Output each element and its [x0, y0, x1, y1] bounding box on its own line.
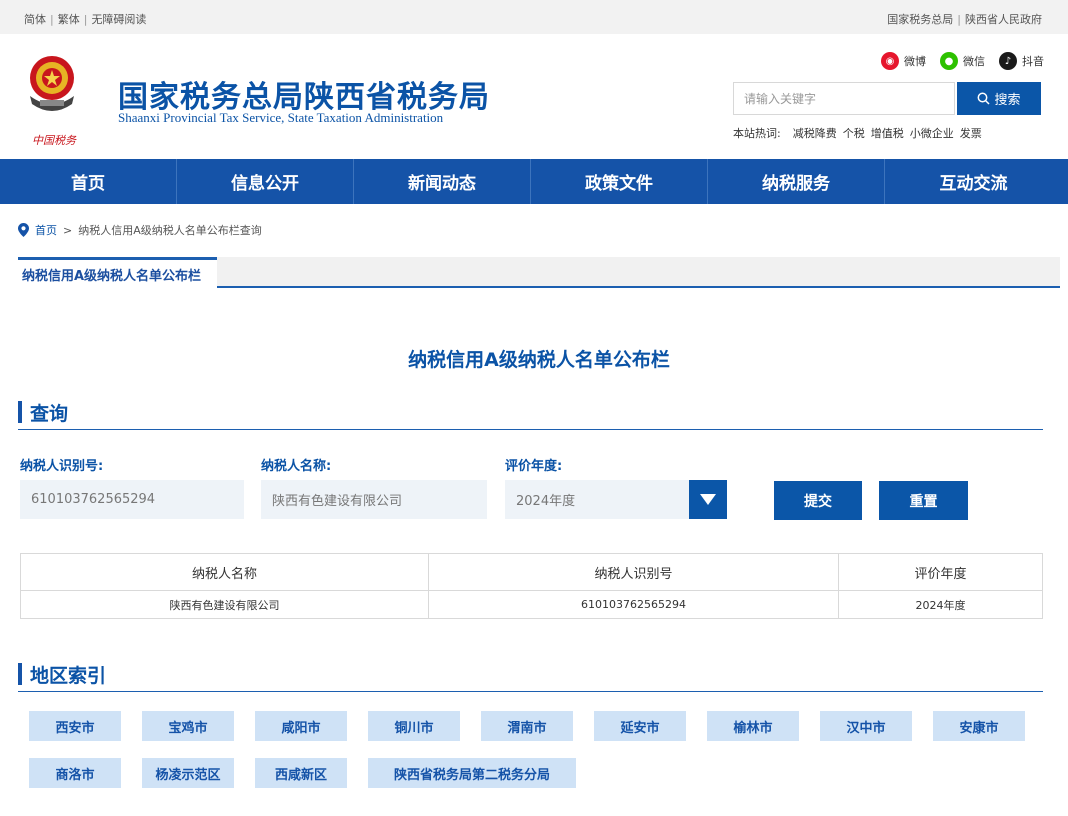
query-heading: 查询	[30, 403, 69, 425]
breadcrumb-separator: >	[63, 223, 73, 237]
simplified-chinese-link[interactable]: 简体	[24, 13, 46, 26]
region-tongchuan[interactable]: 铜川市	[368, 711, 460, 741]
submit-button[interactable]: 提交	[774, 481, 862, 520]
cell-evaluation-year: 2024年度	[838, 590, 1043, 619]
hot-word[interactable]: 小微企业	[910, 127, 954, 140]
region-yulin[interactable]: 榆林市	[707, 711, 799, 741]
hot-words-label: 本站热词:	[733, 127, 781, 140]
wechat-link[interactable]: ● 微信	[940, 52, 985, 70]
language-links: 简体 | 繁体 | 无障碍阅读	[24, 13, 147, 26]
region-section-header: 地区索引	[18, 660, 1043, 692]
external-links: 国家税务总局 | 陕西省人民政府	[887, 13, 1042, 26]
hot-word[interactable]: 个税	[843, 127, 865, 140]
douyin-link[interactable]: ♪ 抖音	[999, 52, 1044, 70]
location-pin-icon	[18, 223, 29, 237]
weibo-link[interactable]: ◉ 微博	[881, 52, 926, 70]
taxpayer-name-label: 纳税人名称:	[261, 459, 332, 474]
tab-bar: 纳税信用A级纳税人名单公布栏	[18, 257, 1060, 288]
search-button[interactable]: 搜索	[957, 82, 1041, 115]
region-weinan[interactable]: 渭南市	[481, 711, 573, 741]
table-row: 陕西有色建设有限公司 610103762565294 2024年度	[20, 590, 1043, 619]
breadcrumb-home[interactable]: 首页	[35, 222, 57, 238]
col-taxpayer-id: 纳税人识别号	[428, 553, 839, 591]
hot-word[interactable]: 发票	[960, 127, 982, 140]
douyin-label: 抖音	[1022, 55, 1044, 68]
region-second-branch[interactable]: 陕西省税务局第二税务分局	[368, 758, 576, 788]
query-section-header: 查询	[18, 398, 1043, 430]
shaanxi-gov-link[interactable]: 陕西省人民政府	[965, 13, 1042, 26]
nav-info-disclosure[interactable]: 信息公开	[177, 159, 354, 204]
douyin-icon: ♪	[999, 52, 1017, 70]
nav-interaction[interactable]: 互动交流	[885, 159, 1062, 204]
weibo-label: 微博	[904, 55, 926, 68]
hot-words: 本站热词: 减税降费 个税 增值税 小微企业 发票	[733, 125, 988, 141]
region-shangluo[interactable]: 商洛市	[29, 758, 121, 788]
evaluation-year-label: 评价年度:	[505, 459, 563, 474]
tab-a-level-list[interactable]: 纳税信用A级纳税人名单公布栏	[18, 257, 218, 288]
year-dropdown-toggle[interactable]	[689, 480, 727, 519]
main-nav: 首页 信息公开 新闻动态 政策文件 纳税服务 互动交流	[0, 159, 1068, 204]
breadcrumb-current: 纳税人信用A级纳税人名单公布栏查询	[78, 224, 262, 237]
traditional-chinese-link[interactable]: 繁体	[58, 13, 80, 26]
nav-news[interactable]: 新闻动态	[354, 159, 531, 204]
region-yangling[interactable]: 杨凌示范区	[142, 758, 234, 788]
evaluation-year-select[interactable]: 2024年度	[505, 480, 689, 519]
wechat-icon: ●	[940, 52, 958, 70]
hot-word[interactable]: 增值税	[871, 127, 904, 140]
hot-word[interactable]: 减税降费	[793, 127, 837, 140]
cell-taxpayer-id: 610103762565294	[428, 590, 839, 619]
region-xixian[interactable]: 西咸新区	[255, 758, 347, 788]
cell-taxpayer-name: 陕西有色建设有限公司	[20, 590, 429, 619]
page-title: 纳税信用A级纳税人名单公布栏	[408, 349, 670, 371]
sta-link[interactable]: 国家税务总局	[887, 13, 953, 26]
col-evaluation-year: 评价年度	[838, 553, 1043, 591]
accessibility-link[interactable]: 无障碍阅读	[91, 13, 146, 26]
search-icon	[978, 92, 991, 105]
tax-emblem-icon	[30, 56, 74, 111]
top-utility-bar: 简体 | 繁体 | 无障碍阅读 国家税务总局 | 陕西省人民政府	[0, 0, 1068, 34]
region-heading: 地区索引	[30, 665, 107, 687]
reset-button[interactable]: 重置	[879, 481, 968, 520]
site-header: 中国税务 国家税务总局陕西省税务局 Shaanxi Provincial Tax…	[0, 34, 1068, 158]
region-hanzhong[interactable]: 汉中市	[820, 711, 912, 741]
col-taxpayer-name: 纳税人名称	[20, 553, 429, 591]
wechat-label: 微信	[963, 55, 985, 68]
breadcrumb: 首页 > 纳税人信用A级纳税人名单公布栏查询	[18, 222, 262, 238]
search-button-label: 搜索	[994, 93, 1021, 108]
region-baoji[interactable]: 宝鸡市	[142, 711, 234, 741]
results-table: 纳税人名称 纳税人识别号 评价年度 陕西有色建设有限公司 61010376256…	[20, 553, 1043, 619]
weibo-icon: ◉	[881, 52, 899, 70]
nav-policy-documents[interactable]: 政策文件	[531, 159, 708, 204]
social-links: ◉ 微博 ● 微信 ♪ 抖音	[881, 52, 1044, 70]
taxpayer-id-label: 纳税人识别号:	[20, 459, 104, 474]
nav-home[interactable]: 首页	[0, 159, 177, 204]
main-panel: 纳税信用A级纳税人名单公布栏 纳税信用A级纳税人名单公布栏 查询 纳税人识别号:…	[18, 257, 1060, 816]
chevron-down-icon	[700, 494, 716, 505]
nav-taxpayer-services[interactable]: 纳税服务	[708, 159, 885, 204]
region-xian[interactable]: 西安市	[29, 711, 121, 741]
region-xianyang[interactable]: 咸阳市	[255, 711, 347, 741]
site-subtitle: Shaanxi Provincial Tax Service, State Ta…	[118, 110, 444, 125]
taxpayer-id-field[interactable]: 610103762565294	[20, 480, 244, 519]
taxpayer-name-field[interactable]: 陕西有色建设有限公司	[261, 480, 487, 519]
search-box: 搜索	[733, 82, 1041, 115]
emblem-caption: 中国税务	[32, 134, 76, 147]
search-input[interactable]	[733, 82, 955, 115]
results-header-row: 纳税人名称 纳税人识别号 评价年度	[20, 553, 1043, 591]
region-yanan[interactable]: 延安市	[594, 711, 686, 741]
region-ankang[interactable]: 安康市	[933, 711, 1025, 741]
